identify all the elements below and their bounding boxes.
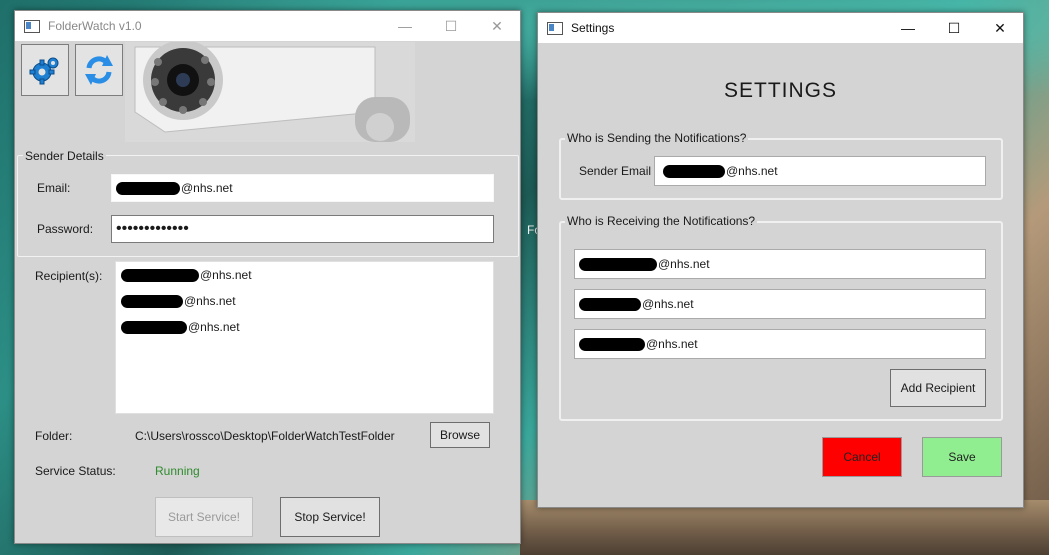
service-status-label: Service Status: [35,464,116,478]
desktop-background-rock [520,500,1049,555]
redaction-mark [579,337,645,351]
close-button[interactable]: ✕ [474,11,520,41]
maximize-button[interactable]: ☐ [428,11,474,41]
folder-label: Folder: [35,429,73,443]
redaction-mark [121,268,199,282]
title-bar[interactable]: Settings — ☐ ✕ [538,13,1023,43]
recipient-field[interactable]: @nhs.net [574,249,986,279]
cancel-button[interactable]: Cancel [822,437,902,477]
sender-email-label: Sender Email [579,164,652,178]
receiving-group-label: Who is Receiving the Notifications? [565,214,758,228]
redaction-mark [663,164,725,178]
recipient-field[interactable]: @nhs.net [574,329,986,359]
title-bar[interactable]: FolderWatch v1.0 — ☐ ✕ [15,11,520,41]
redaction-mark [579,297,641,311]
close-button[interactable]: ✕ [977,13,1023,43]
browse-button[interactable]: Browse [430,422,490,448]
recipients-label: Recipient(s): [35,269,103,283]
settings-button[interactable] [21,44,69,96]
app-icon [24,19,40,33]
sender-details-label: Sender Details [23,149,106,163]
stop-service-button[interactable]: Stop Service! [280,497,380,537]
service-status-value: Running [155,464,200,478]
list-item[interactable]: @nhs.net [121,268,252,282]
gear-icon [29,57,59,85]
redaction-mark [121,294,183,308]
camera-banner-image [125,42,415,142]
refresh-icon [85,55,113,85]
recipient-email: @nhs.net [188,320,240,334]
password-label: Password: [37,222,94,236]
redaction-mark [116,181,180,195]
minimize-button[interactable]: — [382,11,428,41]
window-title: Settings [571,21,615,35]
recipient-email: @nhs.net [200,268,252,282]
redaction-mark [121,320,187,334]
email-field[interactable]: @nhs.net [111,174,494,202]
settings-window[interactable]: Settings — ☐ ✕ SETTINGS Who is Sending t… [537,12,1024,508]
password-field[interactable]: ••••••••••••• [111,215,494,243]
recipient-field[interactable]: @nhs.net [574,289,986,319]
minimize-button[interactable]: — [885,13,931,43]
maximize-button[interactable]: ☐ [931,13,977,43]
sending-group-label: Who is Sending the Notifications? [565,131,749,145]
window-title: FolderWatch v1.0 [48,19,142,33]
folder-path: C:\Users\rossco\Desktop\FolderWatchTestF… [135,429,395,443]
recipient-email: @nhs.net [184,294,236,308]
sender-email-field[interactable]: @nhs.net [654,156,986,186]
settings-heading: SETTINGS [723,79,837,102]
refresh-button[interactable] [75,44,123,96]
recipient-email: @nhs.net [646,337,698,351]
save-button[interactable]: Save [922,437,1002,477]
email-value: @nhs.net [181,181,233,195]
email-label: Email: [37,181,71,195]
start-service-button[interactable]: Start Service! [155,497,253,537]
list-item[interactable]: @nhs.net [121,320,240,334]
recipients-list[interactable]: @nhs.net @nhs.net @nhs.net [115,261,494,414]
folderwatch-window[interactable]: FolderWatch v1.0 — ☐ ✕ Sender Details Em… [14,10,521,544]
add-recipient-button[interactable]: Add Recipient [890,369,986,407]
redaction-mark [579,257,657,271]
list-item[interactable]: @nhs.net [121,294,236,308]
sender-email-value: @nhs.net [726,164,778,178]
password-value: ••••••••••••• [116,220,189,237]
recipient-email: @nhs.net [658,257,710,271]
recipient-email: @nhs.net [642,297,694,311]
app-icon [547,21,563,35]
